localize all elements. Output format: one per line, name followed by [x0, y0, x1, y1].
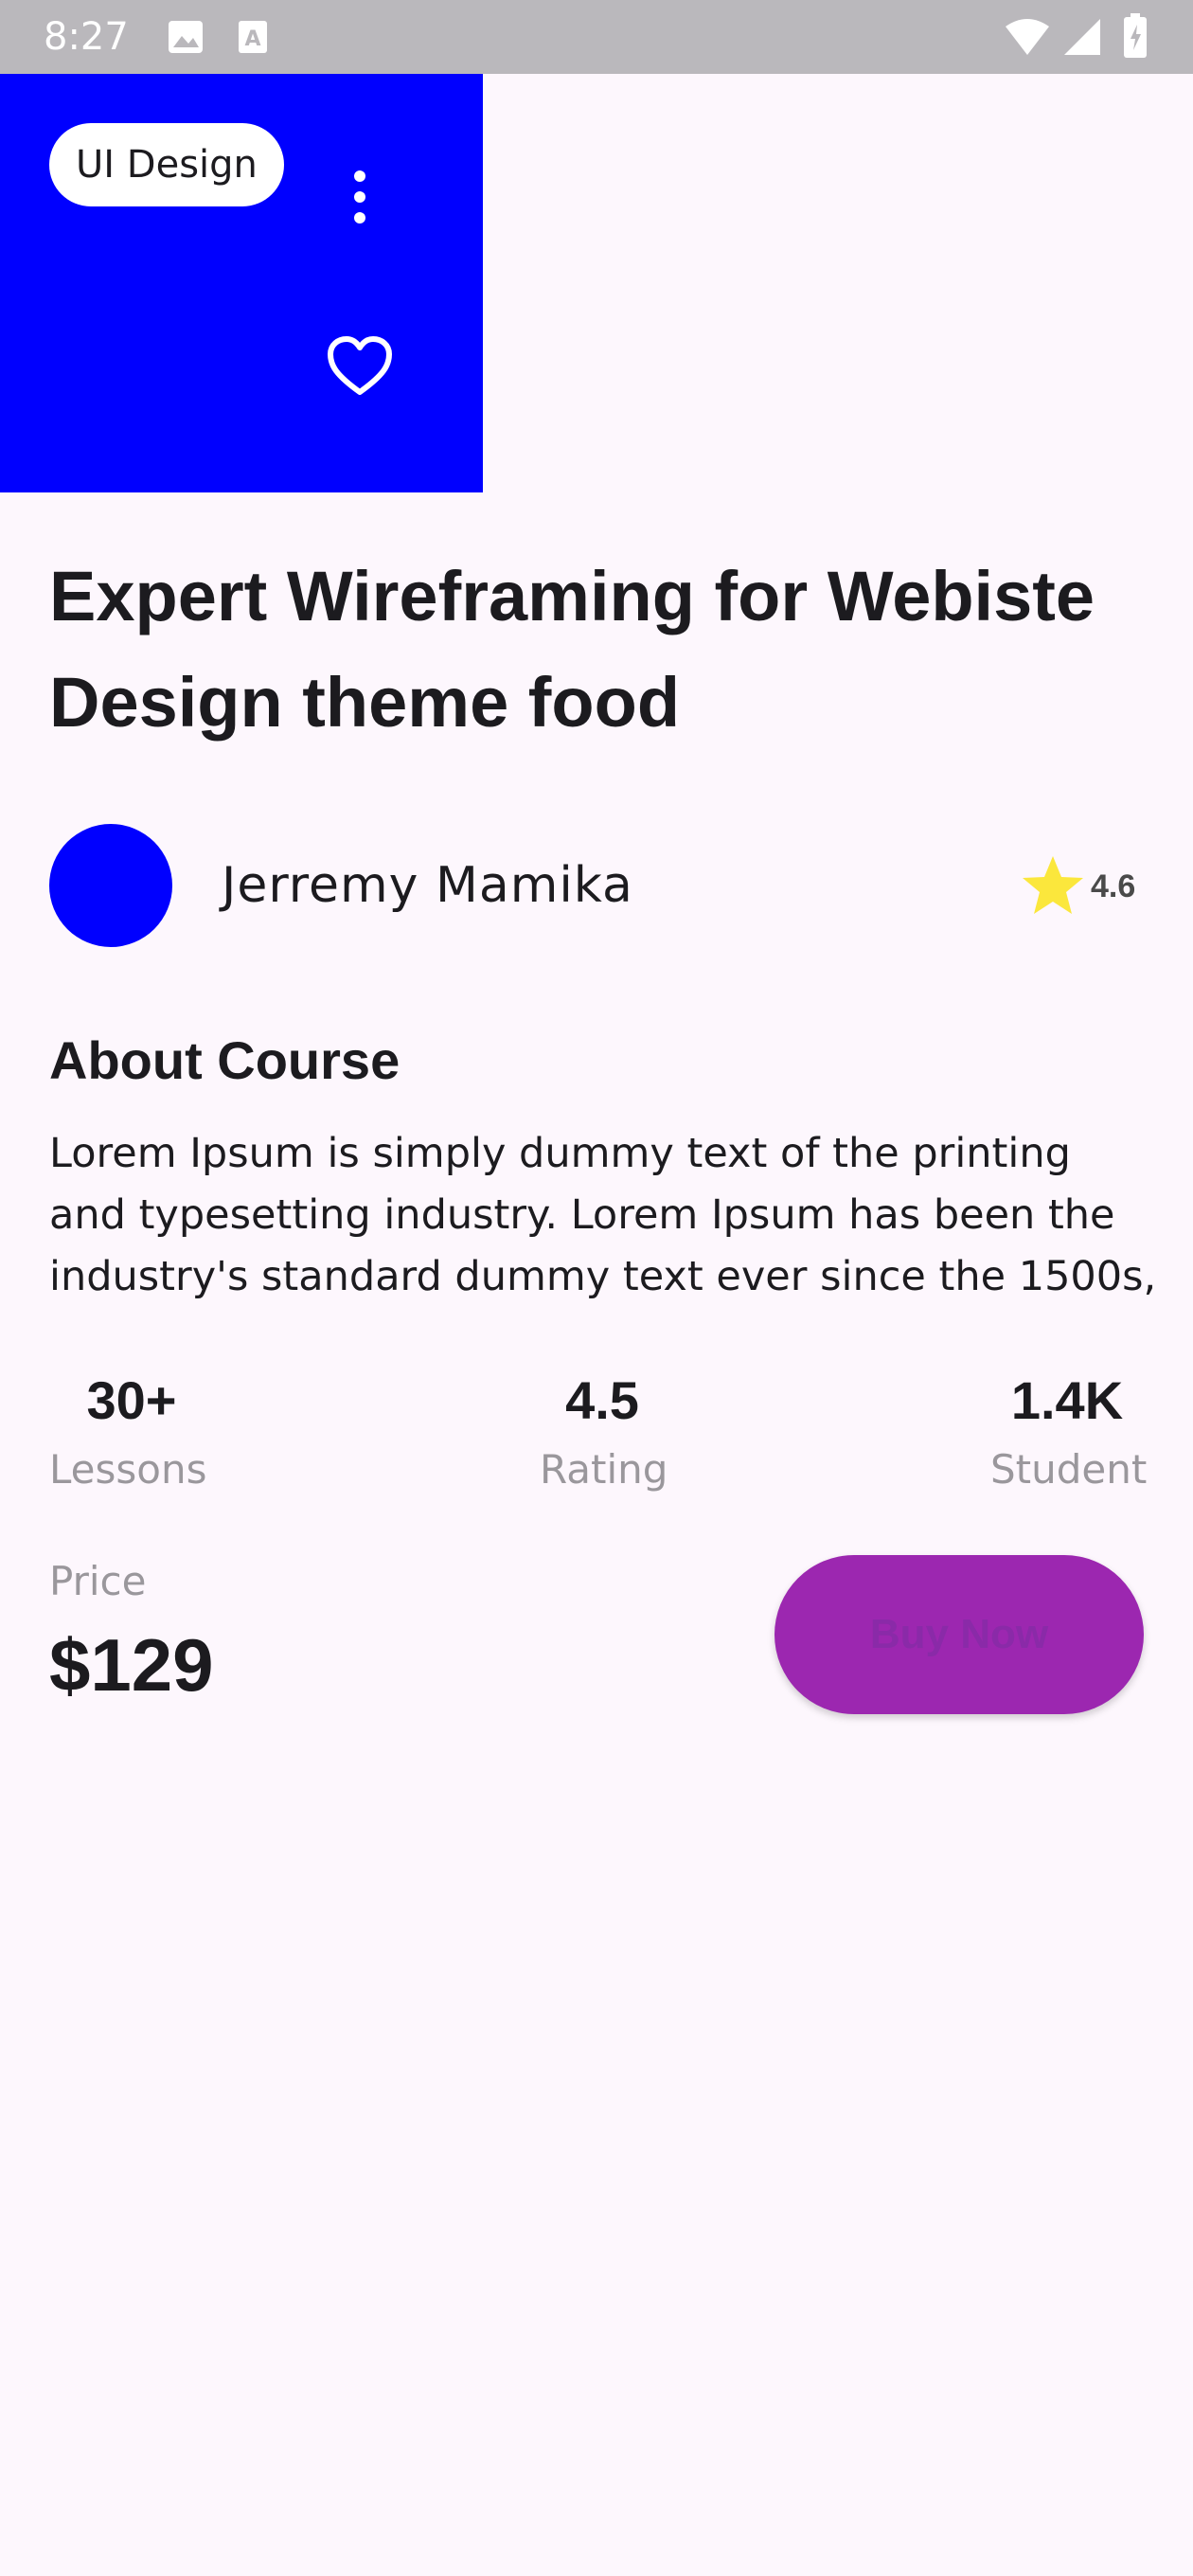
course-title: Expert Wireframing for Webiste Design th… [49, 557, 1095, 742]
more-vert-icon[interactable] [341, 169, 379, 225]
category-chip[interactable]: UI Design [49, 123, 284, 206]
author-name: Jerremy Mamika [222, 857, 633, 914]
stat-students-value: 1.4K [1010, 1370, 1124, 1430]
stat-lessons-label: Lessons [49, 1446, 207, 1493]
signal-icon [1064, 19, 1100, 55]
about-heading: About Course [49, 1030, 401, 1090]
about-text: Lorem Ipsum is simply dummy text of the … [49, 1130, 1157, 1300]
price-value: $129 [49, 1623, 214, 1707]
price-label: Price [49, 1558, 147, 1604]
stat-students-label: Student [990, 1446, 1148, 1493]
stat-lessons-value: 30+ [86, 1370, 177, 1430]
battery-icon [1124, 13, 1147, 58]
heart-outline-icon[interactable] [327, 335, 393, 398]
star-icon [1023, 856, 1083, 914]
stat-rating-value: 4.5 [565, 1370, 639, 1430]
author-rating: 4.6 [1091, 868, 1136, 904]
image-icon [169, 21, 203, 53]
course-hero-image: UI Design [0, 74, 483, 492]
svg-text:A: A [244, 27, 260, 51]
text-a-icon: A [239, 21, 267, 53]
stat-rating-label: Rating [540, 1446, 668, 1493]
status-bar: 8:27 A [0, 0, 1193, 74]
avatar[interactable] [49, 824, 172, 947]
wifi-icon [1006, 19, 1049, 55]
status-time: 8:27 [44, 15, 129, 59]
buy-now-button[interactable]: Buy Now [775, 1555, 1144, 1714]
